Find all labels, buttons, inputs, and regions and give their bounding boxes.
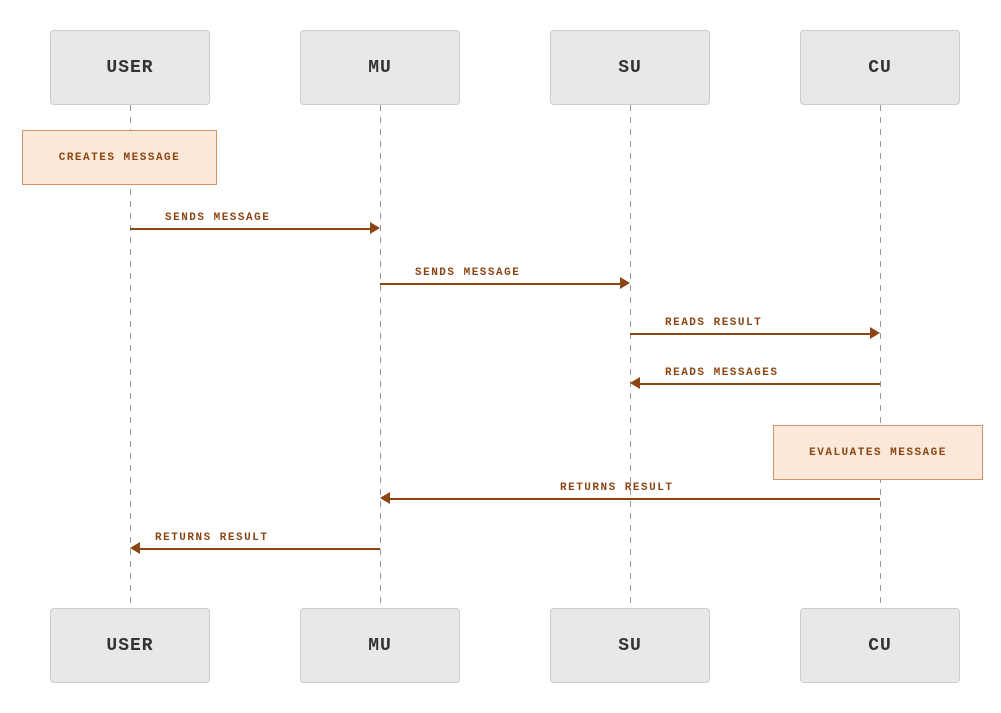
arrow-line-reads-messages	[640, 383, 880, 385]
arrow-line-reads-result-1	[630, 333, 870, 335]
arrow-line-returns-result-1	[390, 498, 880, 500]
lifeline-ll-mu	[380, 105, 381, 608]
arrowhead-right-sends-message-2	[620, 277, 630, 289]
arrowhead-left-returns-result-2	[130, 542, 140, 554]
sequence-diagram: USER MU SU CU USER MU SU CU CREATES MESSAGE EVALU…	[0, 0, 1001, 713]
arrow-label-returns-result-1: RETURNS RESULT	[560, 482, 673, 494]
arrow-label-sends-message-2: SENDS MESSAGE	[415, 267, 520, 279]
arrowhead-left-reads-messages	[630, 377, 640, 389]
arrow-label-reads-result-1: READS RESULT	[665, 317, 762, 329]
actor-mu: MU	[300, 30, 460, 105]
arrowhead-right-reads-result-1	[870, 327, 880, 339]
actor-user: USER	[50, 30, 210, 105]
arrow-line-sends-message-2	[380, 283, 620, 285]
arrow-label-reads-messages: READS MESSAGES	[665, 367, 778, 379]
lifeline-ll-su	[630, 105, 631, 608]
arrow-label-sends-message-1: SENDS MESSAGE	[165, 212, 270, 224]
actor-cu: CU	[800, 30, 960, 105]
actor-user-b: USER	[50, 608, 210, 683]
actor-su-b: SU	[550, 608, 710, 683]
actor-mu-b: MU	[300, 608, 460, 683]
arrow-label-returns-result-2: RETURNS RESULT	[155, 532, 268, 544]
actor-cu-b: CU	[800, 608, 960, 683]
note-creates-message: CREATES MESSAGE	[22, 130, 217, 185]
arrowhead-left-returns-result-1	[380, 492, 390, 504]
arrow-line-sends-message-1	[130, 228, 370, 230]
actor-su: SU	[550, 30, 710, 105]
lifeline-ll-cu	[880, 105, 881, 608]
arrow-line-returns-result-2	[140, 548, 380, 550]
note-evaluates-message: EVALUATES MESSAGE	[773, 425, 983, 480]
arrowhead-right-sends-message-1	[370, 222, 380, 234]
